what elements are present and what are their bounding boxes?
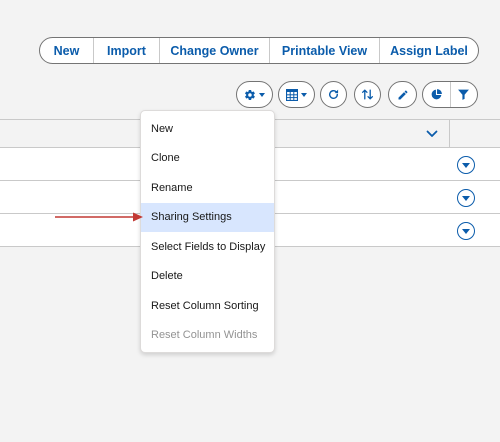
- show-charts-button[interactable]: [423, 82, 451, 107]
- pie-chart-icon: [431, 89, 442, 100]
- column-menu-button[interactable]: [425, 127, 439, 141]
- refresh-icon: [329, 89, 339, 99]
- edit-list-button[interactable]: [388, 81, 417, 108]
- menu-item-reset-column-sorting[interactable]: Reset Column Sorting: [141, 291, 274, 321]
- table-icon: [286, 88, 298, 101]
- chevron-down-icon: [462, 229, 470, 234]
- list-view-actions: New Import Change Owner Printable View A…: [39, 37, 479, 64]
- chevron-down-icon: [259, 92, 265, 97]
- row-actions-button[interactable]: [457, 156, 475, 174]
- chart-filter-group: [422, 81, 478, 108]
- menu-item-select-fields[interactable]: Select Fields to Display: [141, 232, 274, 262]
- menu-item-clone[interactable]: Clone: [141, 144, 274, 174]
- refresh-button[interactable]: [320, 81, 347, 108]
- assign-label-button[interactable]: Assign Label: [380, 38, 478, 63]
- filter-button[interactable]: [451, 82, 478, 107]
- chevron-down-icon: [301, 92, 307, 97]
- gear-icon: [245, 89, 255, 100]
- chevron-down-icon: [426, 130, 438, 137]
- printable-view-button[interactable]: Printable View: [270, 38, 380, 63]
- chevron-down-icon: [462, 163, 470, 168]
- annotation-arrow-icon: [55, 212, 143, 222]
- row-actions-button[interactable]: [457, 222, 475, 240]
- pencil-icon: [398, 90, 407, 99]
- chevron-down-icon: [462, 196, 470, 201]
- row-actions-button[interactable]: [457, 189, 475, 207]
- menu-item-sharing-settings[interactable]: Sharing Settings: [141, 202, 274, 232]
- sort-icon: [361, 89, 374, 100]
- column-divider[interactable]: [449, 120, 450, 147]
- new-button[interactable]: New: [40, 38, 94, 63]
- list-view-controls-button[interactable]: [236, 81, 273, 108]
- menu-item-rename[interactable]: Rename: [141, 173, 274, 203]
- menu-item-new[interactable]: New: [141, 114, 274, 144]
- menu-item-delete[interactable]: Delete: [141, 262, 274, 292]
- sort-button[interactable]: [354, 81, 381, 108]
- import-button[interactable]: Import: [94, 38, 160, 63]
- filter-icon: [458, 89, 470, 100]
- display-as-button[interactable]: [278, 81, 315, 108]
- menu-item-reset-column-widths: Reset Column Widths: [151, 329, 258, 342]
- list-view-controls-menu: New Clone Rename Sharing Settings Select…: [140, 110, 275, 353]
- change-owner-button[interactable]: Change Owner: [160, 38, 270, 63]
